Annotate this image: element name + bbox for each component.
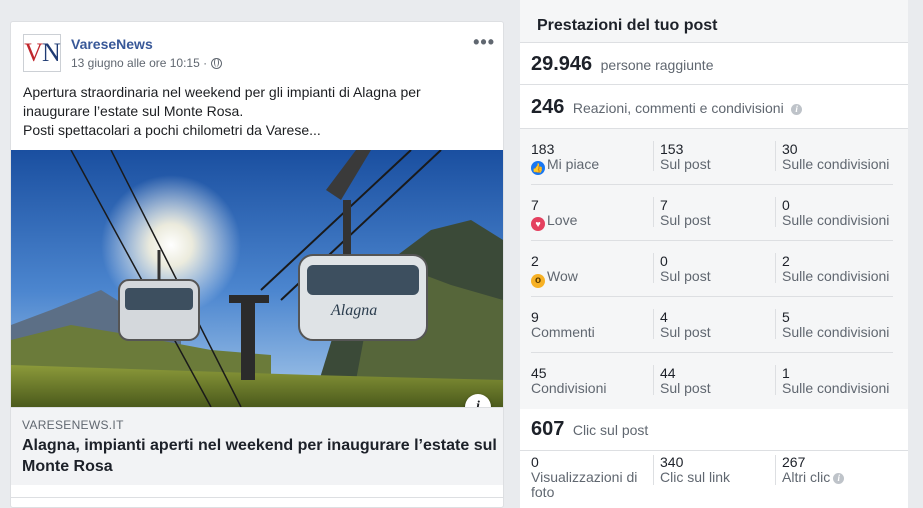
- reaction-row-wow: 2 o Wow 0 Sul post 2 Sulle condivisioni: [531, 241, 893, 297]
- reach-value: 29.946: [531, 53, 593, 75]
- love-total: 7 ♥ Love: [531, 198, 577, 231]
- page-avatar[interactable]: VN: [23, 34, 61, 72]
- love-on-post-label: Sul post: [660, 212, 711, 228]
- post-bottom-divider: [11, 497, 503, 498]
- like-on-shares-value: 30: [782, 141, 798, 157]
- love-on-shares: 0 Sulle condivisioni: [782, 198, 889, 228]
- comments-on-post-label: Sul post: [660, 324, 711, 340]
- link-clicks-value: 340: [660, 454, 684, 470]
- wow-on-post-label: Sul post: [660, 268, 711, 284]
- comments-row: 9 Commenti 4 Sul post 5 Sulle condivisio…: [531, 297, 893, 353]
- post-text-line: inaugurare l’estate sul Monte Rosa.: [23, 103, 244, 119]
- like-on-post: 153 Sul post: [660, 142, 711, 172]
- comments-label: Commenti: [531, 324, 595, 340]
- link-title[interactable]: Alagna, impianti aperti nel weekend per …: [22, 435, 497, 477]
- like-label: Mi piace: [547, 156, 600, 172]
- photo-views-value: 0: [531, 454, 539, 470]
- link-clicks: 340 Clic sul link: [660, 455, 730, 485]
- wow-on-post: 0 Sul post: [660, 254, 711, 284]
- comments-on-post-value: 4: [660, 309, 668, 325]
- clicks-breakdown: 0 Visualizzazioni di foto 340 Clic sul l…: [520, 451, 908, 508]
- comments-on-post: 4 Sul post: [660, 310, 711, 340]
- like-on-shares-label: Sulle condivisioni: [782, 156, 890, 172]
- wow-on-shares-label: Sulle condivisioni: [782, 268, 890, 284]
- post-clicks-label: Clic sul post: [572, 422, 649, 438]
- love-on-post-value: 7: [660, 197, 668, 213]
- comments-total: 9 Commenti: [531, 310, 595, 340]
- page-name-link[interactable]: VareseNews: [71, 36, 153, 52]
- reaction-row-like: 183 👍 Mi piace 153 Sul post 30 Sulle cond…: [531, 129, 893, 185]
- wow-on-shares-value: 2: [782, 253, 790, 269]
- engagement-label: Reazioni, commenti e condivisioni: [572, 100, 784, 116]
- cable-car-photo: Alagna: [11, 150, 503, 407]
- comments-on-shares-label: Sulle condivisioni: [782, 324, 890, 340]
- post-clicks-row: 607 Clic sul post: [520, 409, 908, 451]
- like-on-post-label: Sul post: [660, 156, 711, 172]
- post-date[interactable]: 13 giugno alle ore 10:15 ·: [71, 56, 207, 70]
- reaction-row-love: 7 ♥ Love 7 Sul post 0 Sulle condivisioni: [531, 185, 893, 241]
- wow-total: 2 o Wow: [531, 254, 578, 288]
- shares-total: 45 Condivisioni: [531, 366, 606, 396]
- shares-row: 45 Condivisioni 44 Sul post 1 Sulle cond…: [531, 353, 893, 409]
- shares-label: Condivisioni: [531, 380, 607, 396]
- post-performance-panel: Prestazioni del tuo post 29.946 persone …: [520, 0, 908, 508]
- like-total: 183 👍 Mi piace: [531, 142, 599, 175]
- post-card: VN VareseNews 13 giugno alle ore 10:15 ·…: [10, 21, 504, 508]
- avatar-letter-v: V: [24, 38, 43, 67]
- love-icon: ♥: [531, 217, 545, 231]
- photo-views-label-2: foto: [531, 484, 555, 500]
- other-clicks: 267 Altri clic i: [782, 454, 845, 485]
- wow-icon: o: [531, 274, 545, 288]
- shares-on-post-value: 44: [660, 365, 676, 381]
- engagement-value: 246: [531, 96, 565, 118]
- panel-title: Prestazioni del tuo post: [537, 17, 718, 34]
- wow-on-post-value: 0: [660, 253, 668, 269]
- link-domain: VARESENEWS.IT: [22, 418, 124, 432]
- comments-total-value: 9: [531, 309, 539, 325]
- like-icon: 👍: [531, 161, 545, 175]
- comments-on-shares-value: 5: [782, 309, 790, 325]
- link-preview[interactable]: VARESENEWS.IT Alagna, impianti aperti ne…: [11, 407, 503, 485]
- wow-total-value: 2: [531, 253, 539, 269]
- love-on-shares-value: 0: [782, 197, 790, 213]
- post-link-image[interactable]: Alagna: [11, 150, 503, 407]
- other-clicks-label: Altri clic: [782, 469, 831, 485]
- post-text-line: Posti spettacolari a pochi chilometri da…: [23, 122, 321, 138]
- post-text: Apertura straordinaria nel weekend per g…: [23, 83, 483, 140]
- other-clicks-value: 267: [782, 454, 806, 470]
- reach-label: persone raggiunte: [600, 57, 714, 73]
- more-options-icon[interactable]: •••: [473, 32, 495, 53]
- globe-icon[interactable]: [211, 57, 223, 69]
- engagement-info-icon[interactable]: i: [791, 104, 803, 115]
- wow-on-shares: 2 Sulle condivisioni: [782, 254, 889, 284]
- shares-on-post-label: Sul post: [660, 380, 711, 396]
- reactions-breakdown: 183 👍 Mi piace 153 Sul post 30 Sulle cond…: [520, 129, 908, 409]
- link-clicks-label: Clic sul link: [660, 469, 731, 485]
- post-meta: 13 giugno alle ore 10:15 ·: [71, 56, 223, 70]
- shares-on-shares-label: Sulle condivisioni: [782, 380, 890, 396]
- avatar-letter-n: N: [42, 38, 61, 67]
- comments-on-shares: 5 Sulle condivisioni: [782, 310, 889, 340]
- love-label: Love: [547, 212, 578, 228]
- post-text-line: Apertura straordinaria nel weekend per g…: [23, 84, 421, 100]
- shares-on-shares-value: 1: [782, 365, 790, 381]
- love-total-value: 7: [531, 197, 539, 213]
- post-clicks-value: 607: [531, 418, 565, 440]
- gondola-brand-text: Alagna: [330, 302, 377, 319]
- shares-on-post: 44 Sul post: [660, 366, 711, 396]
- reach-row: 29.946 persone raggiunte: [520, 43, 908, 85]
- wow-label: Wow: [547, 268, 578, 284]
- like-on-shares: 30 Sulle condivisioni: [782, 142, 889, 172]
- shares-on-shares: 1 Sulle condivisioni: [782, 366, 889, 396]
- photo-views-label: Visualizzazioni di: [531, 469, 638, 485]
- like-total-value: 183: [531, 141, 555, 157]
- engagement-row: 246 Reazioni, commenti e condivisioni i: [520, 85, 908, 129]
- love-on-shares-label: Sulle condivisioni: [782, 212, 890, 228]
- photo-views: 0 Visualizzazioni di foto: [531, 455, 637, 500]
- other-clicks-info-icon[interactable]: i: [833, 473, 845, 484]
- shares-total-value: 45: [531, 365, 547, 381]
- like-on-post-value: 153: [660, 141, 684, 157]
- love-on-post: 7 Sul post: [660, 198, 711, 228]
